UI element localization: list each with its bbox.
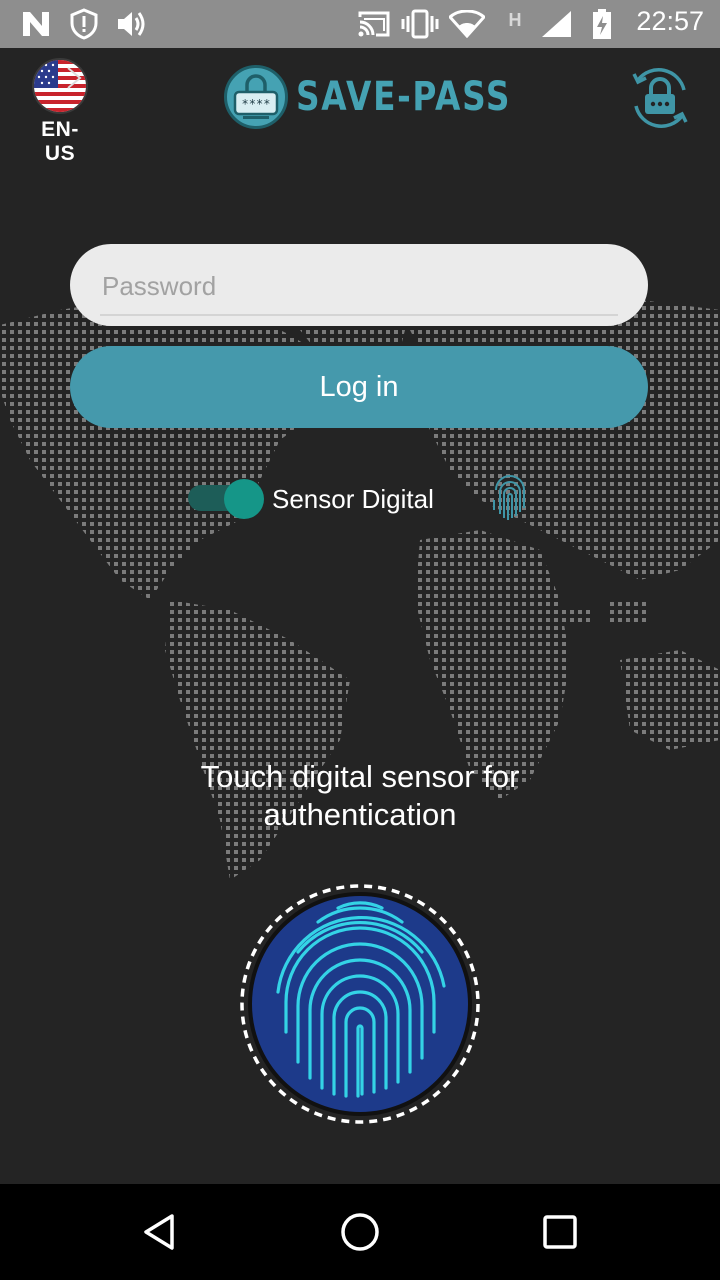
status-bar: H 22:57 bbox=[0, 0, 720, 48]
home-button[interactable] bbox=[330, 1202, 390, 1262]
password-field[interactable] bbox=[70, 244, 648, 326]
password-underline bbox=[100, 314, 618, 316]
recents-button[interactable] bbox=[530, 1202, 590, 1262]
prompt-line-1: Touch digital sensor for bbox=[200, 759, 520, 794]
padlock-logo-icon: **** bbox=[224, 65, 288, 129]
us-flag-icon bbox=[32, 58, 88, 114]
small-fingerprint-icon bbox=[490, 474, 530, 522]
wifi-icon bbox=[448, 8, 486, 40]
language-label: EN-US bbox=[41, 118, 79, 165]
shield-alert-icon bbox=[68, 8, 100, 40]
back-button[interactable] bbox=[130, 1202, 190, 1262]
lock-refresh-button[interactable] bbox=[624, 62, 696, 134]
navigation-bar bbox=[0, 1184, 720, 1280]
fingerprint-sensor-button[interactable] bbox=[238, 882, 482, 1126]
fingerprint-icon bbox=[240, 884, 480, 1124]
battery-charging-icon bbox=[590, 8, 614, 40]
sensor-toggle-label: Sensor Digital bbox=[272, 483, 434, 514]
login-button[interactable]: Log in bbox=[70, 346, 648, 428]
recents-icon bbox=[543, 1215, 577, 1249]
home-icon bbox=[341, 1213, 379, 1251]
brand-name: SAVE-PASS bbox=[296, 74, 512, 120]
touch-sensor-prompt: Touch digital sensor for authentication bbox=[0, 758, 720, 834]
clock: 22:57 bbox=[636, 6, 704, 36]
switch-thumb bbox=[224, 479, 264, 519]
prompt-line-2: authentication bbox=[263, 797, 457, 832]
back-icon bbox=[144, 1214, 174, 1250]
volume-icon bbox=[114, 8, 148, 40]
brand-header: **** SAVE-PASS bbox=[224, 62, 558, 132]
language-selector[interactable]: EN-US bbox=[30, 58, 90, 166]
lock-refresh-icon bbox=[632, 68, 688, 128]
password-input[interactable] bbox=[100, 262, 618, 310]
signal-icon bbox=[538, 8, 574, 40]
svg-text:****: **** bbox=[242, 97, 271, 111]
cast-icon bbox=[356, 8, 392, 40]
network-type-icon: H bbox=[508, 9, 522, 30]
sensor-toggle-row: Sensor Digital bbox=[186, 474, 434, 524]
sensor-toggle-switch[interactable] bbox=[186, 479, 264, 519]
vibrate-icon bbox=[400, 8, 440, 40]
n-icon bbox=[20, 8, 52, 40]
